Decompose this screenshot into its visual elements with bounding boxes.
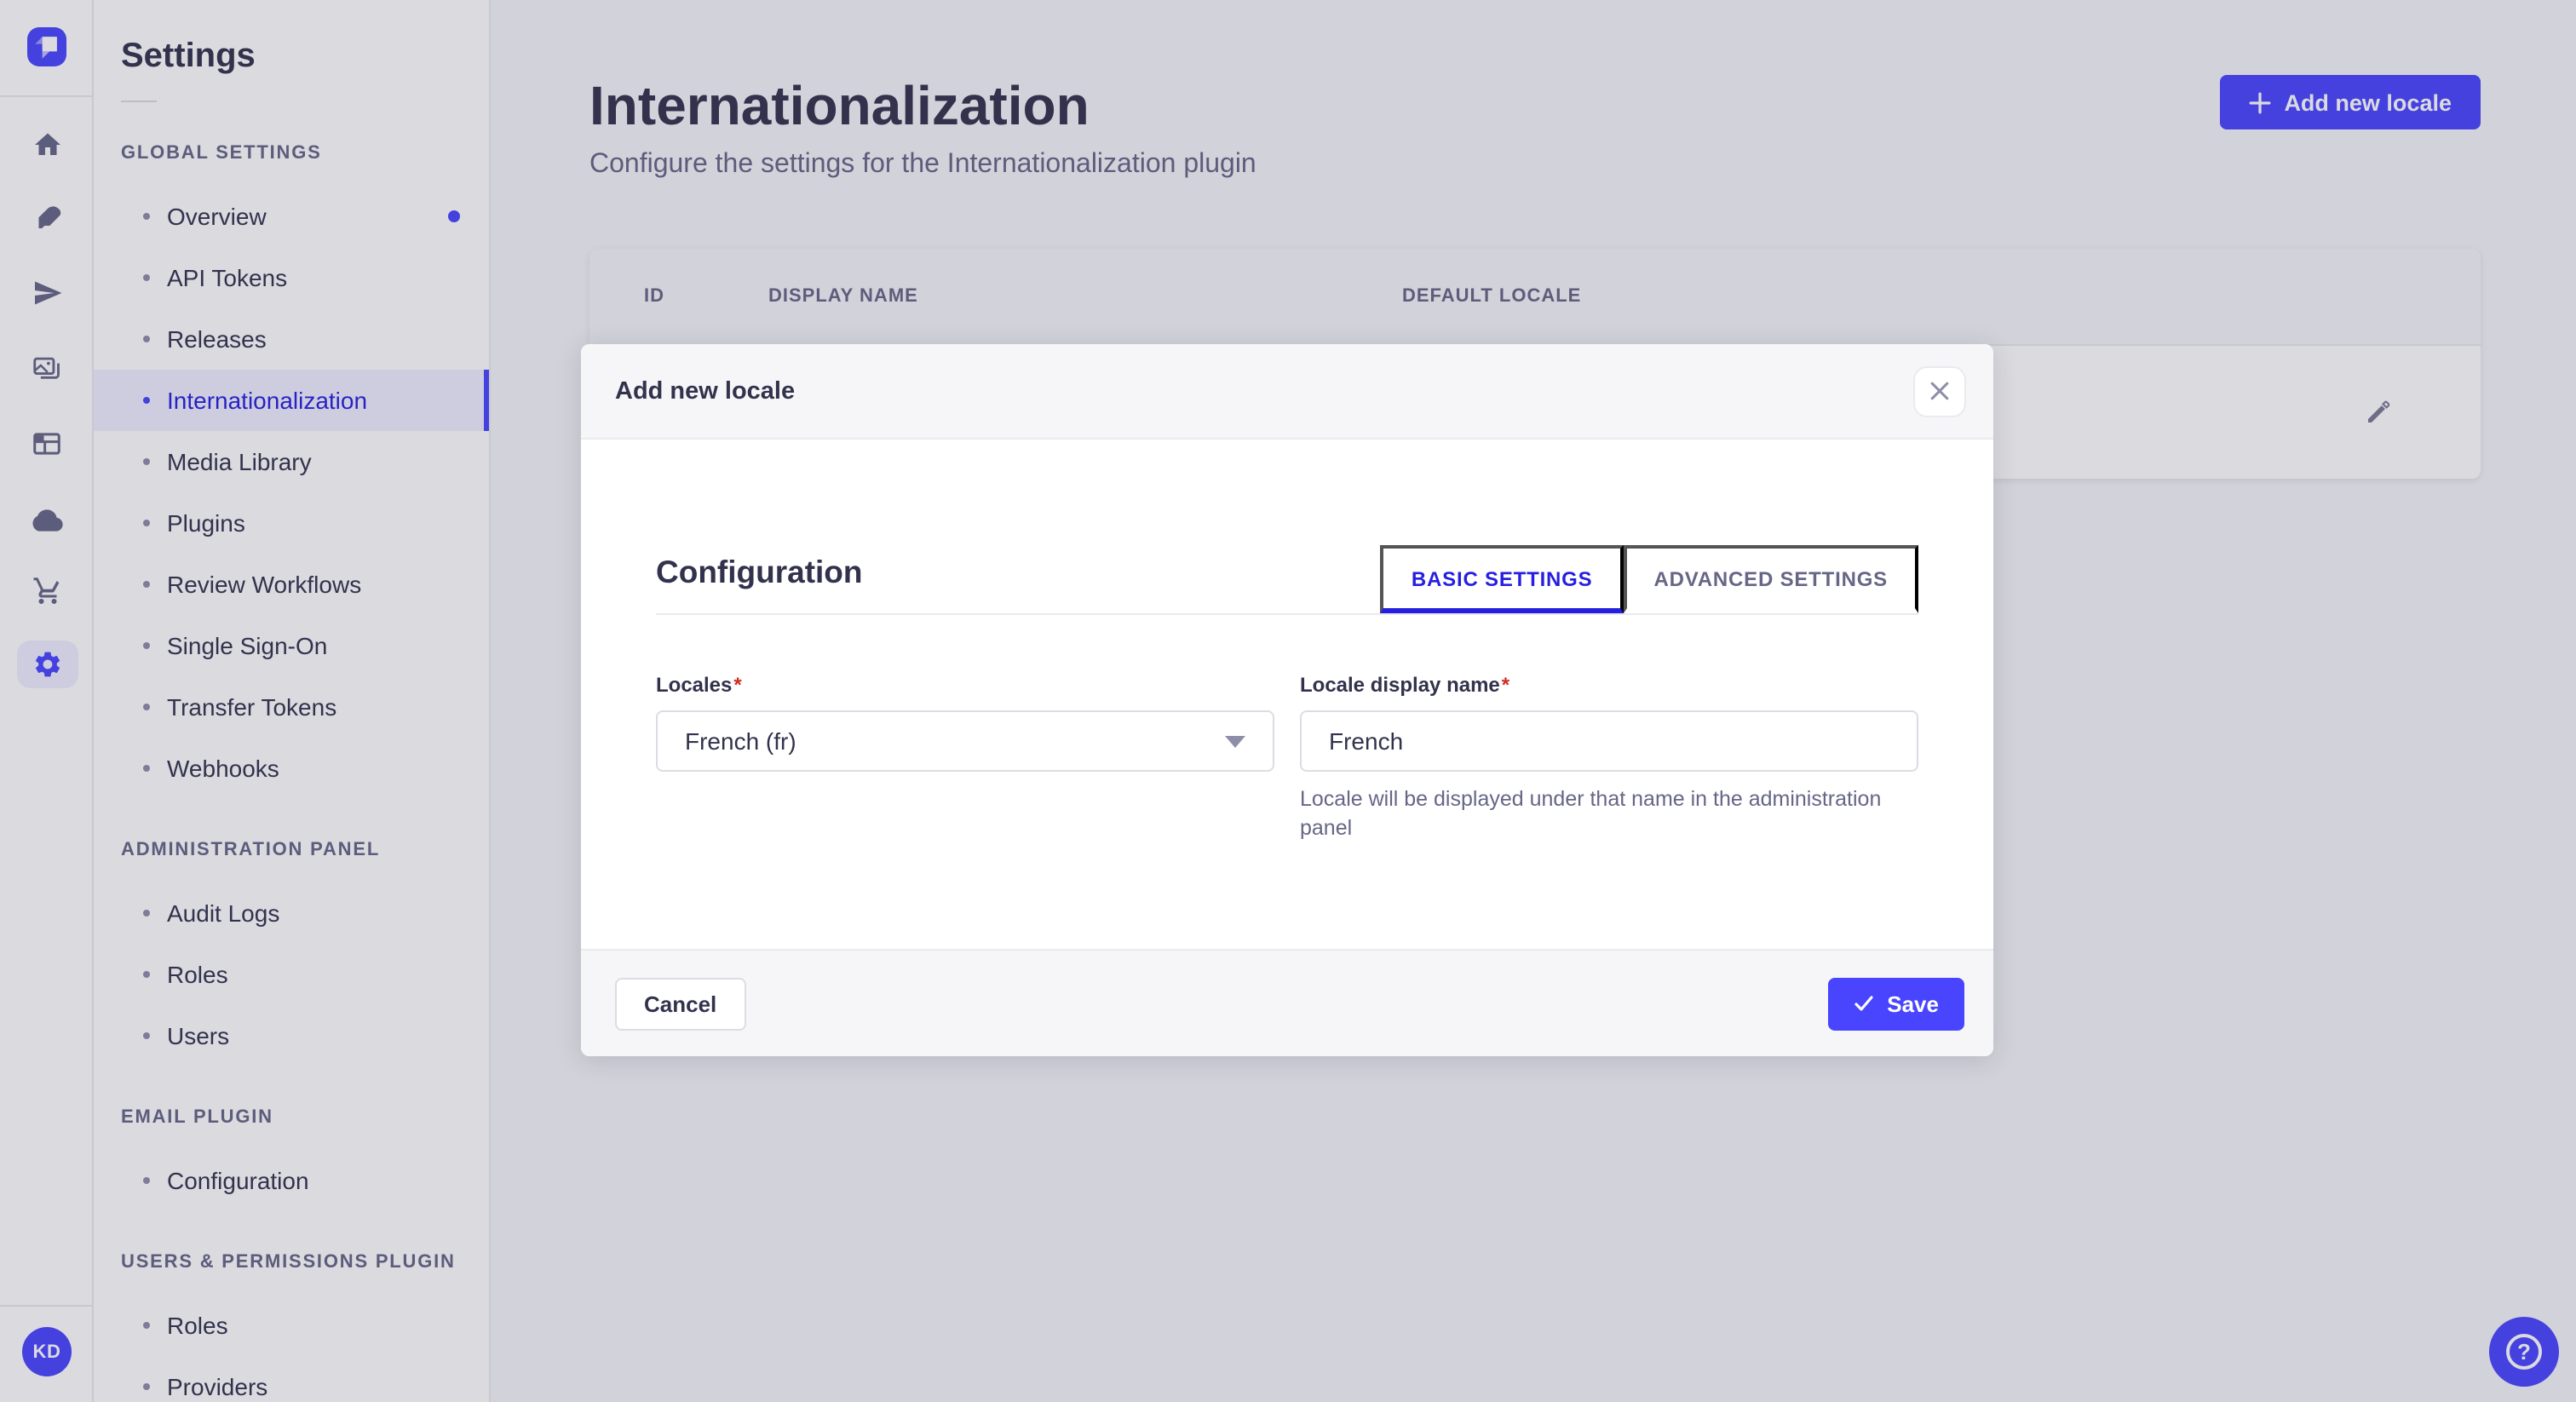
modal-footer: Cancel Save (581, 949, 1993, 1056)
form-fields: Locales * French (fr) Locale display name… (656, 673, 1918, 843)
locales-label: Locales * (656, 673, 742, 697)
tab-advanced-settings[interactable]: ADVANCED SETTINGS (1623, 545, 1918, 613)
modal-header: Add new locale (581, 344, 1993, 440)
modal-body: Configuration BASIC SETTINGS ADVANCED SE… (581, 440, 1993, 949)
chevron-down-icon (1225, 735, 1245, 747)
locales-select[interactable]: French (fr) (656, 710, 1274, 772)
display-name-input[interactable] (1300, 710, 1918, 772)
required-asterisk: * (733, 673, 742, 697)
display-name-help-text: Locale will be displayed under that name… (1300, 787, 1882, 840)
save-button-label: Save (1887, 991, 1939, 1016)
locales-field: Locales * French (fr) (656, 673, 1274, 843)
display-name-label: Locale display name * (1300, 673, 1510, 697)
save-button[interactable]: Save (1827, 977, 1964, 1030)
check-icon (1854, 996, 1872, 1011)
close-icon (1930, 382, 1949, 400)
add-locale-modal: Add new locale Configuration BASIC SETTI… (581, 344, 1993, 1056)
locales-select-value: French (fr) (685, 727, 796, 755)
configuration-header-row: Configuration BASIC SETTINGS ADVANCED SE… (656, 440, 1918, 615)
settings-tabs: BASIC SETTINGS ADVANCED SETTINGS (1380, 545, 1918, 613)
strapi-admin: KD Settings GLOBAL SETTINGS Overview API… (0, 0, 2576, 1402)
configuration-heading: Configuration (656, 554, 863, 589)
modal-title: Add new locale (615, 377, 796, 405)
tab-basic-settings[interactable]: BASIC SETTINGS (1380, 545, 1624, 613)
required-asterisk: * (1501, 673, 1510, 697)
close-button[interactable] (1913, 365, 1966, 417)
cancel-button[interactable]: Cancel (615, 977, 746, 1030)
display-name-field: Locale display name* Locale will be disp… (1300, 673, 1918, 843)
